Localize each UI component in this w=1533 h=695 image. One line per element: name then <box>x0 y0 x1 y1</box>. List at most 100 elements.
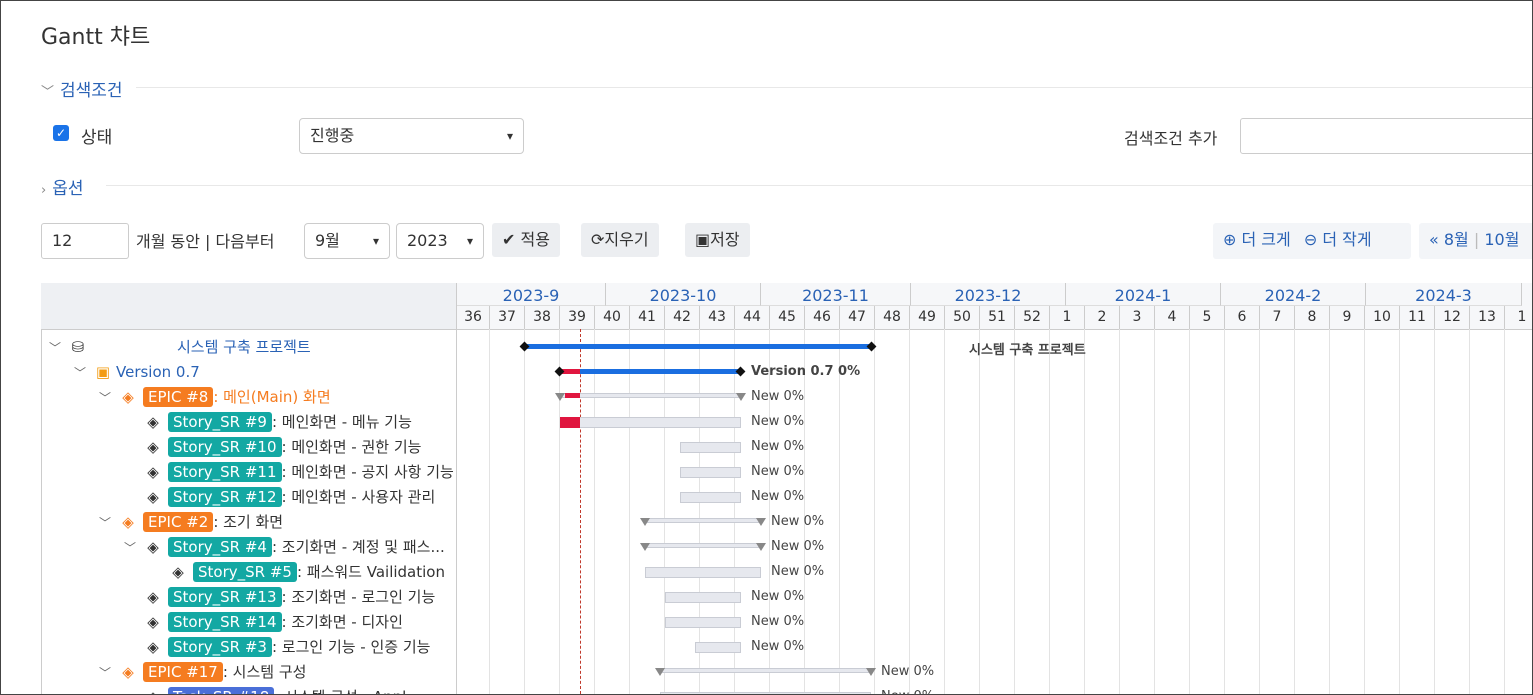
gantt-bar[interactable] <box>560 393 741 398</box>
epic-tag[interactable]: EPIC #2 <box>143 512 214 532</box>
month-header: 2023-9 <box>457 283 606 306</box>
epic-tag[interactable]: EPIC #8 <box>143 387 214 407</box>
gantt-row[interactable]: ﹀ ◈ Story_SR #4: 조기화면 - 계정 및 패스... <box>124 535 445 560</box>
story-tag[interactable]: Story_SR #5 <box>193 562 297 582</box>
row-subject[interactable]: 시스템 구축 프로젝트 <box>177 338 311 356</box>
gantt-bar[interactable] <box>695 642 741 653</box>
status-select[interactable]: 진행중 ▾ <box>299 118 524 154</box>
week-header: 45 <box>770 306 805 329</box>
row-subject[interactable]: Version 0.7 <box>116 363 200 381</box>
story-tag[interactable]: Story_SR #14 <box>168 612 282 632</box>
row-subject: : 메인(Main) 화면 <box>213 388 331 406</box>
gantt-timeline-header: 2023-9 2023-10 2023-11 2023-12 2024-1 2024-2 2… <box>456 283 1532 330</box>
gantt-row[interactable]: ﹀ ◈ EPIC #17: 시스템 구성 <box>99 660 306 685</box>
status-checkbox[interactable]: ✓ <box>53 125 69 141</box>
gantt-bar[interactable] <box>660 668 871 673</box>
apply-button[interactable]: ✔ 적용 <box>492 223 560 257</box>
gantt-bar[interactable] <box>645 543 761 548</box>
clear-button[interactable]: ⟳지우기 <box>581 223 659 257</box>
story-tag[interactable]: Story_SR #11 <box>168 462 282 482</box>
month-nav: « 8월 | 10월 <box>1419 223 1532 259</box>
gantt-bar[interactable] <box>665 592 741 603</box>
expand-toggle-icon[interactable]: ﹀ <box>124 536 138 561</box>
row-subject: : 메인화면 - 권한 기능 <box>281 438 422 456</box>
week-header: 36 <box>457 306 490 329</box>
story-tag[interactable]: Story_SR #9 <box>168 412 272 432</box>
options-section-toggle[interactable]: › 옵션 <box>41 174 83 199</box>
parent-marker-icon <box>736 393 746 401</box>
gantt-bar[interactable] <box>645 567 761 578</box>
gantt-row[interactable]: ﹀ ◈ EPIC #8: 메인(Main) 화면 <box>99 385 331 410</box>
expand-toggle-icon[interactable]: ﹀ <box>49 336 63 361</box>
gantt-page: Gantt 챠트 ﹀ 검색조건 ✓ 상태 진행중 ▾ 검색조건 추가 › 옵션 12… <box>0 0 1533 695</box>
gantt-row[interactable]: ◈ Story_SR #13: 조기화면 - 로그인 기능 <box>124 585 435 610</box>
week-gridline <box>664 329 665 694</box>
parent-marker-icon <box>640 543 650 551</box>
months-count-input[interactable]: 12 <box>41 223 129 259</box>
gantt-bar[interactable] <box>560 417 741 428</box>
start-month-select[interactable]: 9월 ▾ <box>304 223 390 259</box>
month-header: 2023-11 <box>761 283 911 306</box>
gantt-row[interactable]: ◈ Story_SR #5: 패스워드 Vailidation <box>149 560 445 585</box>
gantt-row[interactable]: ◈ Story_SR #9: 메인화면 - 메뉴 기능 <box>124 410 412 435</box>
filters-section-toggle[interactable]: ﹀ 검색조건 <box>41 76 123 101</box>
epic-tag[interactable]: EPIC #17 <box>143 662 223 682</box>
week-header: 51 <box>980 306 1015 329</box>
gantt-row[interactable]: ◈ Story_SR #10: 메인화면 - 권한 기능 <box>124 435 421 460</box>
gantt-bar[interactable] <box>665 617 741 628</box>
tickets-icon: ◈ <box>147 638 159 656</box>
add-filter-select[interactable] <box>1240 118 1532 154</box>
gantt-row[interactable]: ◈ Task_SR #18: 시스템 구성 - Appl... <box>124 685 421 694</box>
parent-marker-icon <box>655 668 665 676</box>
gantt-bar[interactable] <box>645 518 761 523</box>
story-tag[interactable]: Story_SR #10 <box>168 437 282 457</box>
expand-toggle-icon[interactable]: ﹀ <box>99 511 113 536</box>
task-tag[interactable]: Task_SR #18 <box>168 687 275 694</box>
expand-toggle-icon[interactable]: ﹀ <box>99 386 113 411</box>
story-tag[interactable]: Story_SR #12 <box>168 487 282 507</box>
month-header: 2024-2 <box>1221 283 1366 306</box>
clear-button-label: 지우기 <box>604 230 649 249</box>
chevron-right-icon: › <box>41 183 47 198</box>
gantt-row[interactable]: ◈ Story_SR #11: 메인화면 - 공지 사항 기능 <box>124 460 454 485</box>
start-year-select[interactable]: 2023 ▾ <box>396 223 484 259</box>
week-header: 41 <box>630 306 665 329</box>
months-suffix-label: 개월 동안 | 다음부터 <box>136 232 275 251</box>
gantt-bar[interactable] <box>560 369 741 374</box>
week-gridline <box>559 329 560 694</box>
bar-label: Version 0.7 0% <box>751 364 861 379</box>
gantt-row[interactable]: ◈ Story_SR #3: 로그인 기능 - 인증 기능 <box>124 635 430 660</box>
story-tag[interactable]: Story_SR #13 <box>168 587 282 607</box>
gantt-row[interactable]: ﹀ ⛁ 시스템 구축 프로젝트 <box>49 335 311 360</box>
tickets-icon: ◈ <box>147 588 159 606</box>
story-tag[interactable]: Story_SR #3 <box>168 637 272 657</box>
gantt-row[interactable]: ﹀ ▣ Version 0.7 <box>74 360 200 385</box>
gantt-bar[interactable] <box>525 344 872 349</box>
week-gridline <box>909 329 910 694</box>
row-subject: : 메인화면 - 메뉴 기능 <box>271 413 412 431</box>
story-tag[interactable]: Story_SR #4 <box>168 537 272 557</box>
week-header: 39 <box>560 306 595 329</box>
gantt-bar[interactable] <box>680 492 741 503</box>
gantt-row[interactable]: ◈ Story_SR #12: 메인화면 - 사용자 관리 <box>124 485 435 510</box>
prev-month-link[interactable]: « 8월 <box>1429 230 1469 249</box>
week-gridline <box>1224 329 1225 694</box>
filters-section-label: 검색조건 <box>60 81 123 101</box>
zoom-out-button[interactable]: ⊖ 더 작게 <box>1304 230 1372 249</box>
zoom-in-button[interactable]: ⊕ 더 크게 <box>1223 230 1291 249</box>
gantt-bar[interactable] <box>680 442 741 453</box>
milestone-diamond-icon <box>735 366 746 377</box>
save-button[interactable]: ▣저장 <box>685 223 750 257</box>
week-header: 13 <box>1470 306 1505 329</box>
week-header: 42 <box>665 306 700 329</box>
bar-label: New 0% <box>881 664 935 679</box>
week-gridline <box>1434 329 1435 694</box>
next-month-link[interactable]: 10월 <box>1484 230 1519 249</box>
gantt-row[interactable]: ◈ Story_SR #14: 조기화면 - 디자인 <box>124 610 403 635</box>
expand-toggle-icon[interactable]: ﹀ <box>99 661 113 686</box>
tickets-icon: ◈ <box>147 463 159 481</box>
gantt-row[interactable]: ﹀ ◈ EPIC #2: 조기 화면 <box>99 510 283 535</box>
gantt-bar[interactable] <box>680 467 741 478</box>
expand-toggle-icon[interactable]: ﹀ <box>74 361 88 386</box>
tickets-icon: ◈ <box>147 538 159 556</box>
